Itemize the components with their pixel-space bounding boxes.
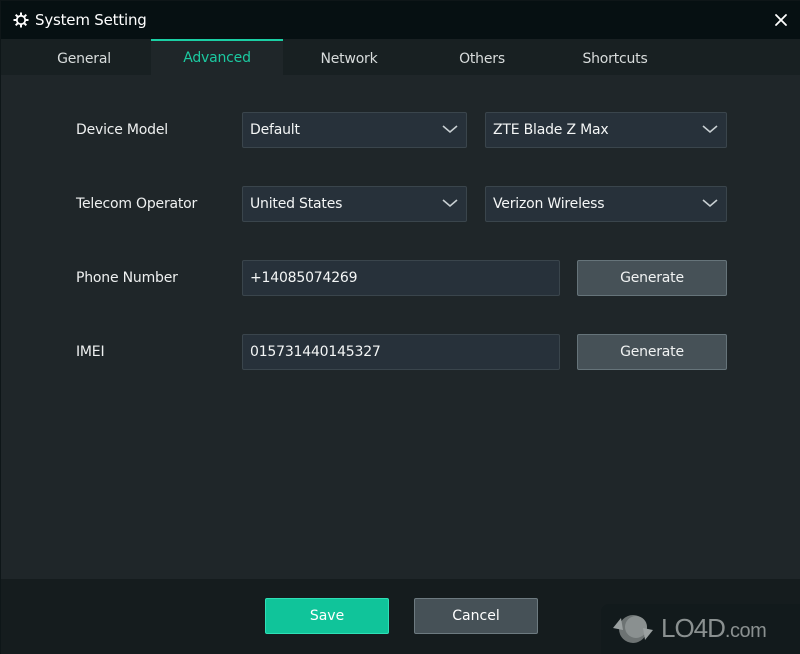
tab-advanced[interactable]: Advanced	[151, 39, 283, 75]
device-model-value: ZTE Blade Z Max	[493, 122, 609, 138]
watermark: LO4D.com	[601, 604, 800, 654]
generate-phone-button[interactable]: Generate	[577, 260, 727, 296]
generate-imei-button[interactable]: Generate	[577, 334, 727, 370]
imei-input[interactable]: 015731440145327	[242, 334, 560, 370]
device-brand-value: Default	[250, 122, 300, 138]
cancel-button[interactable]: Cancel	[414, 598, 538, 634]
lo4d-logo-icon	[613, 615, 653, 643]
imei-value: 015731440145327	[250, 344, 381, 360]
tab-general[interactable]: General	[18, 39, 150, 75]
system-setting-window: System Setting General Advanced Network …	[0, 0, 800, 654]
chevron-down-icon	[442, 199, 458, 208]
advanced-settings-panel	[1, 75, 800, 579]
chevron-down-icon	[702, 125, 718, 134]
chevron-down-icon	[702, 199, 718, 208]
tab-network[interactable]: Network	[283, 39, 415, 75]
device-model-label: Device Model	[76, 122, 168, 138]
tab-shortcuts[interactable]: Shortcuts	[549, 39, 681, 75]
chevron-down-icon	[442, 125, 458, 134]
imei-label: IMEI	[76, 344, 105, 360]
device-brand-select[interactable]: Default	[242, 112, 467, 148]
gear-icon	[13, 12, 29, 28]
title-bar: System Setting	[1, 1, 800, 39]
close-icon[interactable]	[771, 10, 791, 30]
phone-number-value: +14085074269	[250, 270, 358, 286]
country-select[interactable]: United States	[242, 186, 467, 222]
country-value: United States	[250, 196, 343, 212]
phone-number-label: Phone Number	[76, 270, 178, 286]
window-title: System Setting	[35, 11, 147, 29]
device-model-select[interactable]: ZTE Blade Z Max	[485, 112, 727, 148]
tab-others[interactable]: Others	[416, 39, 548, 75]
watermark-brand: LO4D	[661, 613, 726, 643]
telecom-operator-label: Telecom Operator	[76, 196, 198, 212]
save-button[interactable]: Save	[265, 598, 389, 634]
phone-number-input[interactable]: +14085074269	[242, 260, 560, 296]
watermark-suffix: .com	[724, 620, 767, 642]
carrier-value: Verizon Wireless	[493, 196, 605, 212]
carrier-select[interactable]: Verizon Wireless	[485, 186, 727, 222]
watermark-text: LO4D.com	[661, 613, 767, 644]
tab-bar: General Advanced Network Others Shortcut…	[1, 39, 800, 75]
